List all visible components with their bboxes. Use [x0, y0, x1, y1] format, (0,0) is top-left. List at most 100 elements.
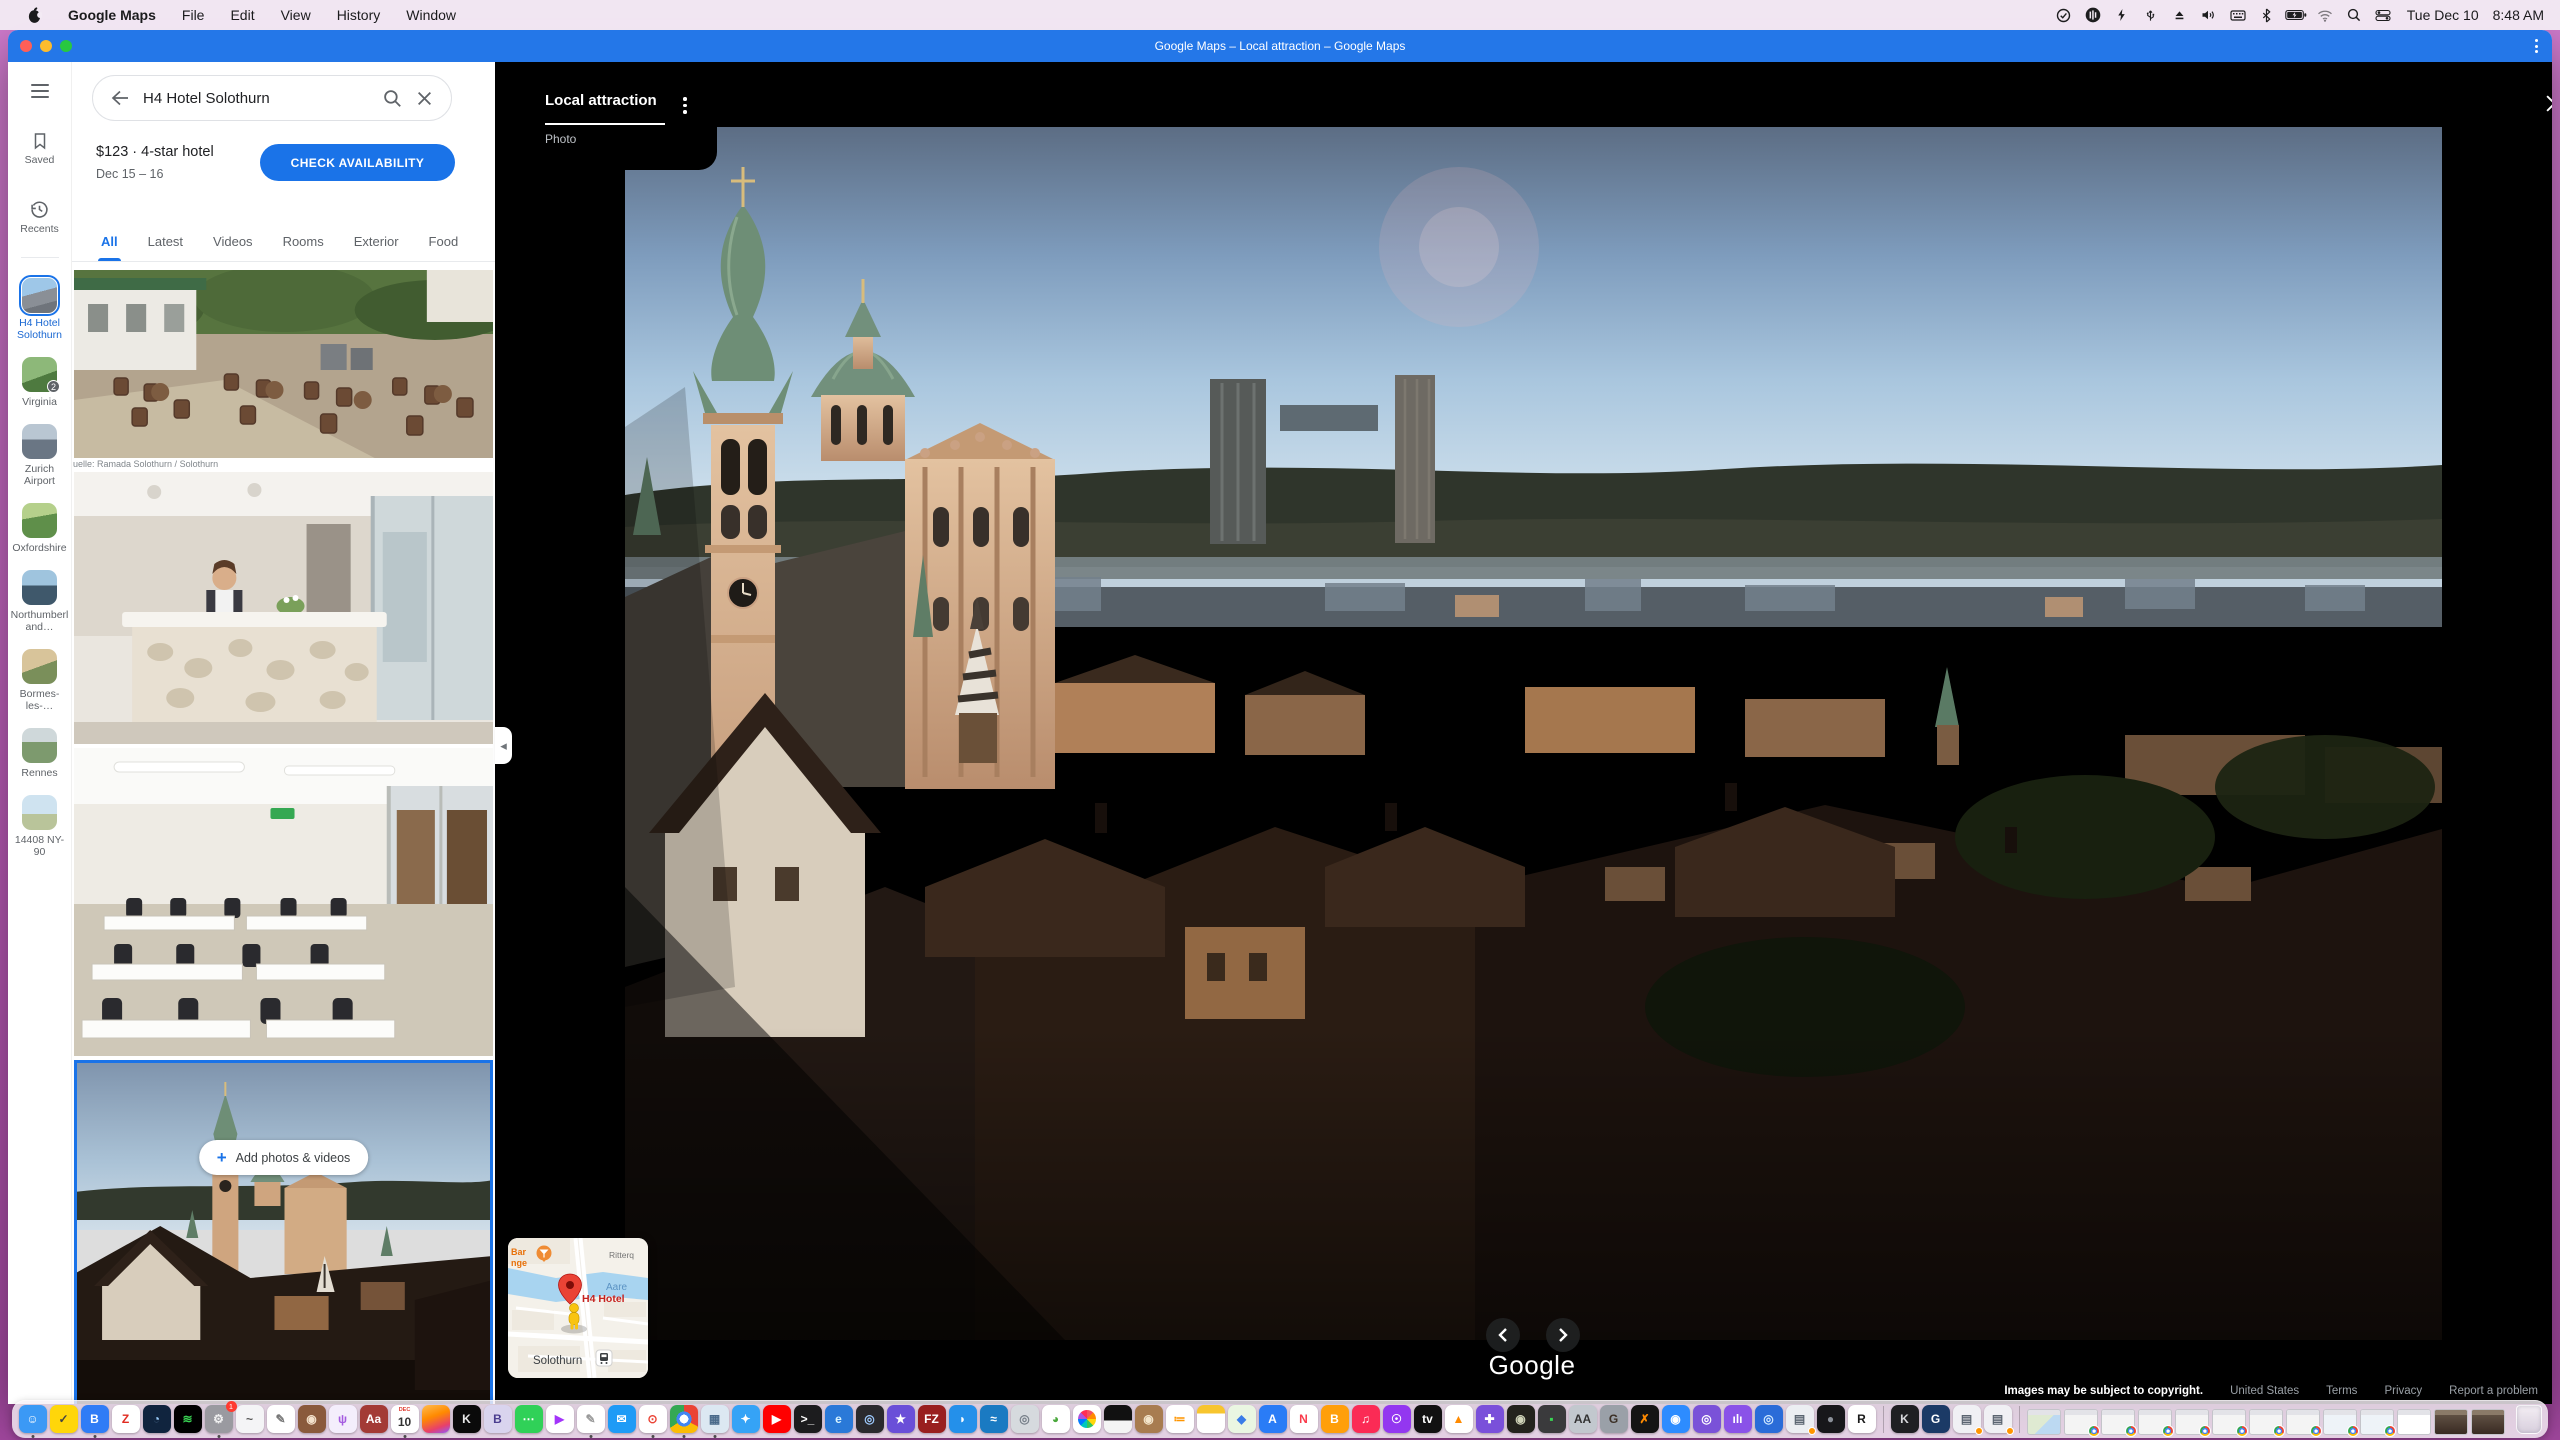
window-titlebar[interactable]: Google Maps – Local attraction – Google …	[8, 30, 2552, 62]
close-window-button[interactable]	[20, 40, 32, 52]
dock-icon-apple-maps[interactable]: ◆	[1228, 1405, 1256, 1433]
main-photo[interactable]	[625, 127, 2442, 1340]
dock-minimized-window-sheet-9[interactable]	[2360, 1409, 2394, 1435]
tab-rooms[interactable]: Rooms	[268, 222, 339, 261]
dock-minimized-window-chrome-2[interactable]	[2101, 1409, 2135, 1435]
recent-item-h4-hotel-solothurn[interactable]: H4 Hotel Solothurn	[9, 278, 71, 341]
dock-icon-piano[interactable]	[1104, 1405, 1132, 1433]
dock-minimized-window-photo-12[interactable]	[2471, 1409, 2505, 1435]
dock-minimized-window-sheet-8[interactable]	[2323, 1409, 2357, 1435]
dock-icon-music[interactable]: ♫	[1352, 1405, 1380, 1433]
terms-link[interactable]: Terms	[2326, 1385, 2357, 1397]
privacy-link[interactable]: Privacy	[2384, 1385, 2422, 1397]
tab-food[interactable]: Food	[414, 222, 474, 261]
previous-photo-button[interactable]	[1486, 1318, 1520, 1352]
dock-icon-things[interactable]: ✓	[50, 1405, 78, 1433]
now-playing-icon[interactable]	[2082, 4, 2104, 26]
dock-minimized-window-chrome-1[interactable]	[2064, 1409, 2098, 1435]
dock-icon-x-tool[interactable]: ✗	[1631, 1405, 1659, 1433]
apple-menu-icon[interactable]	[16, 0, 53, 30]
menu-window[interactable]: Window	[395, 0, 467, 30]
dock-icon-r-app[interactable]: R	[1848, 1405, 1876, 1433]
dock-icon-audio-monitor[interactable]: ≋	[174, 1405, 202, 1433]
dock-icon-firefox[interactable]	[422, 1405, 450, 1433]
dock-icon-filezilla[interactable]: FZ	[918, 1405, 946, 1433]
dock-icon-edge[interactable]: e	[825, 1405, 853, 1433]
dock-icon-system-settings[interactable]: ⚙1	[205, 1405, 233, 1433]
close-viewer-button[interactable]	[2537, 86, 2552, 120]
dock-icon-dictionary[interactable]: AA	[1569, 1405, 1597, 1433]
dock-icon-zinio[interactable]: Z	[112, 1405, 140, 1433]
search-box[interactable]	[92, 75, 452, 121]
sidebar-recents[interactable]: Recents	[20, 200, 59, 235]
dock-icon-webcam-app[interactable]: ◎	[1755, 1405, 1783, 1433]
photo-thumb-hotel-terrace[interactable]	[74, 270, 493, 458]
dock-icon-apple-tv[interactable]: tv	[1414, 1405, 1442, 1433]
dock-icon-camera-utility[interactable]: ◎	[856, 1405, 884, 1433]
zoom-window-button[interactable]	[60, 40, 72, 52]
check-availability-button[interactable]: CHECK AVAILABILITY	[260, 144, 455, 181]
dock-icon-camera-black[interactable]: ●	[1817, 1405, 1845, 1433]
dock-minimized-window-chrome-6[interactable]	[2249, 1409, 2283, 1435]
dock-icon-keys[interactable]: K	[1891, 1405, 1919, 1433]
dock-icon-usb-utility[interactable]: ψ	[329, 1405, 357, 1433]
dock-icon-video-call[interactable]: ◉	[1662, 1405, 1690, 1433]
photo-thumb-reception-desk[interactable]	[74, 472, 493, 744]
dock-icon-kindle[interactable]: K	[453, 1405, 481, 1433]
dock-icon-screen-share[interactable]: ▦	[701, 1405, 729, 1433]
window-kebab-icon[interactable]	[2535, 39, 2538, 53]
dock-icon-photos[interactable]	[1073, 1405, 1101, 1433]
dock-icon-finder[interactable]: ☺	[19, 1405, 47, 1433]
tab-exterior[interactable]: Exterior	[339, 222, 414, 261]
dock-icon-voice-app[interactable]: ılı	[1724, 1405, 1752, 1433]
dock-icon-textedit[interactable]: ✎	[577, 1405, 605, 1433]
region-label[interactable]: United States	[2230, 1385, 2299, 1397]
collapse-panel-handle[interactable]: ◂	[495, 727, 512, 764]
dock-minimized-window-photo-11[interactable]	[2434, 1409, 2468, 1435]
recent-item-virginia[interactable]: 2 Virginia	[9, 357, 71, 408]
usb-icon[interactable]	[2140, 4, 2162, 26]
dock-icon-terminal[interactable]: >_	[794, 1405, 822, 1433]
dock-icon-gimp[interactable]: G	[1600, 1405, 1628, 1433]
dock-icon-dolphin[interactable]: ◗	[949, 1405, 977, 1433]
recent-item-zurich-airport[interactable]: Zurich Airport	[9, 424, 71, 487]
menu-file[interactable]: File	[171, 0, 216, 30]
recent-item-northumberland[interactable]: Northumberland…	[9, 570, 71, 633]
dock-icon-bibdesk[interactable]: B	[484, 1405, 512, 1433]
dock-icon-books[interactable]: B	[1321, 1405, 1349, 1433]
menu-view[interactable]: View	[270, 0, 322, 30]
dock-icon-tool-purple[interactable]: ✚	[1476, 1405, 1504, 1433]
viewer-photo-tab[interactable]: Photo	[545, 132, 576, 146]
dock-icon-sketch[interactable]: ✎	[267, 1405, 295, 1433]
dock-icon-obs[interactable]: ◎	[1693, 1405, 1721, 1433]
dock-icon-vlc[interactable]: ▲	[1445, 1405, 1473, 1433]
back-arrow-icon[interactable]	[111, 90, 129, 106]
dock-icon-speedtest[interactable]: ◔	[143, 1405, 171, 1433]
sidebar-saved[interactable]: Saved	[25, 132, 55, 166]
viewer-kebab-icon[interactable]	[679, 93, 691, 118]
dock-icon-messages[interactable]: ⋯	[515, 1405, 543, 1433]
control-center-icon[interactable]	[2372, 4, 2394, 26]
dock-icon-printer-c[interactable]: ▤	[1984, 1405, 2012, 1433]
spotlight-icon[interactable]	[2343, 4, 2365, 26]
dock-icon-home-g[interactable]: G	[1922, 1405, 1950, 1433]
dock-icon-google-maps[interactable]: ⊙	[639, 1405, 667, 1433]
tab-all[interactable]: All	[86, 222, 133, 261]
eject-icon[interactable]	[2169, 4, 2191, 26]
dock-icon-calendar[interactable]: 10DEC	[391, 1405, 419, 1433]
menu-edit[interactable]: Edit	[219, 0, 265, 30]
dock-minimized-window-chrome-3[interactable]	[2138, 1409, 2172, 1435]
dock-icon-printer-b[interactable]: ▤	[1953, 1405, 1981, 1433]
dock-icon-console[interactable]: ~	[236, 1405, 264, 1433]
dock-trash[interactable]	[2516, 1405, 2542, 1434]
dock-icon-vinyl[interactable]: ◉	[1507, 1405, 1535, 1433]
dock-icon-podcasts[interactable]: ☉	[1383, 1405, 1411, 1433]
tab-latest[interactable]: Latest	[133, 222, 198, 261]
zap-icon[interactable]	[2111, 4, 2133, 26]
recent-item-bormes-les[interactable]: Bormes-les-…	[9, 649, 71, 712]
menu-app-name[interactable]: Google Maps	[57, 0, 167, 30]
clear-search-icon[interactable]	[416, 90, 433, 107]
dock-minimized-window-chrome-7[interactable]	[2286, 1409, 2320, 1435]
dock-minimized-window-chrome-5[interactable]	[2212, 1409, 2246, 1435]
wifi-icon[interactable]	[2314, 4, 2336, 26]
